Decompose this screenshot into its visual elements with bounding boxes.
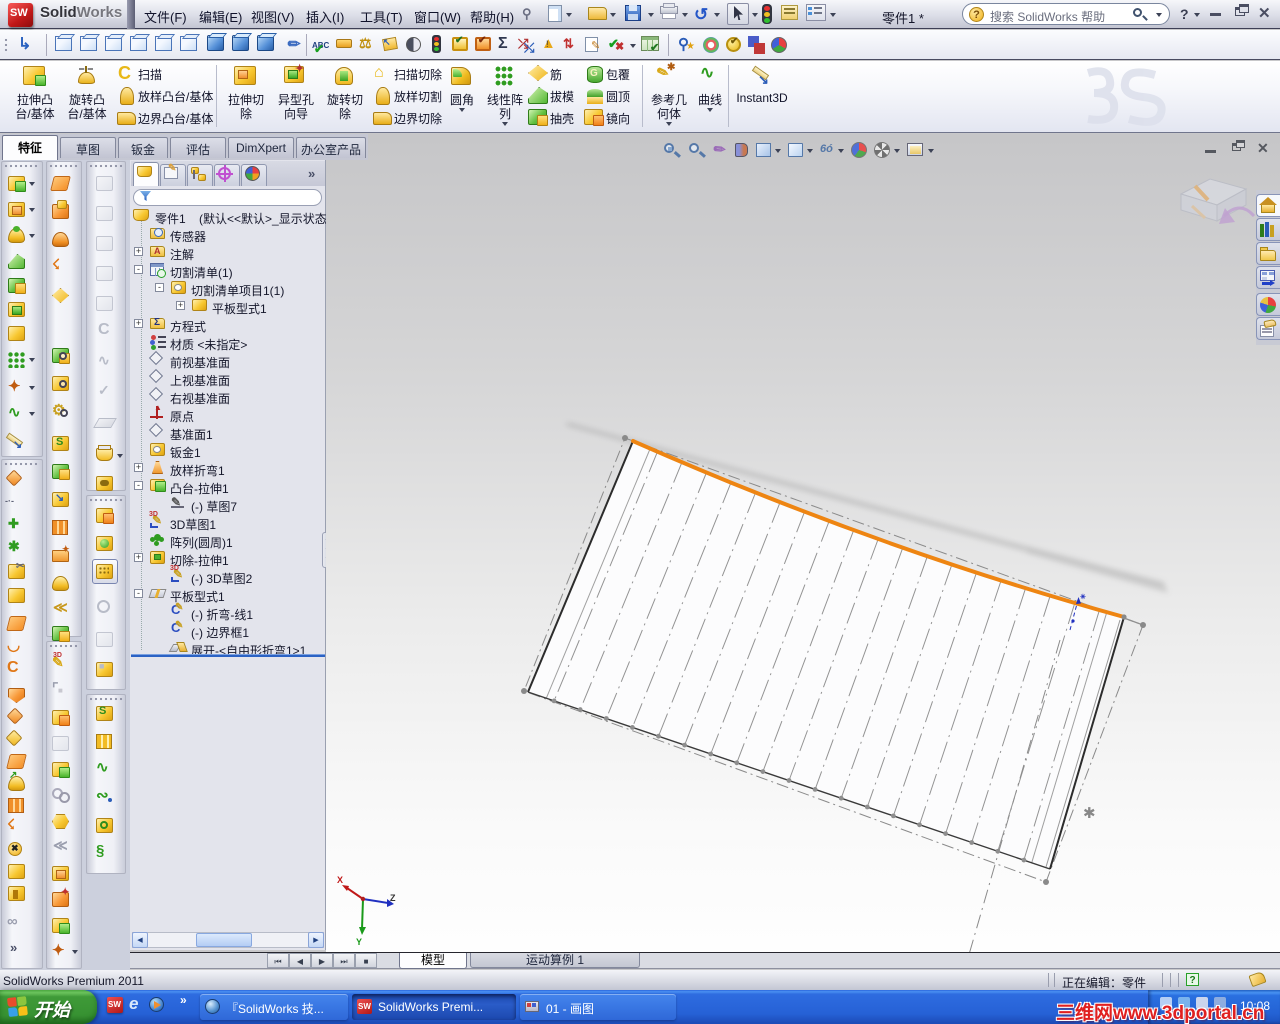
- svg-text:X: X: [337, 875, 343, 885]
- svg-text:Z: Z: [390, 893, 396, 903]
- svg-text:✳: ✳: [1080, 593, 1086, 601]
- svg-text:Y: Y: [356, 937, 362, 947]
- svg-text:✱: ✱: [1083, 805, 1096, 822]
